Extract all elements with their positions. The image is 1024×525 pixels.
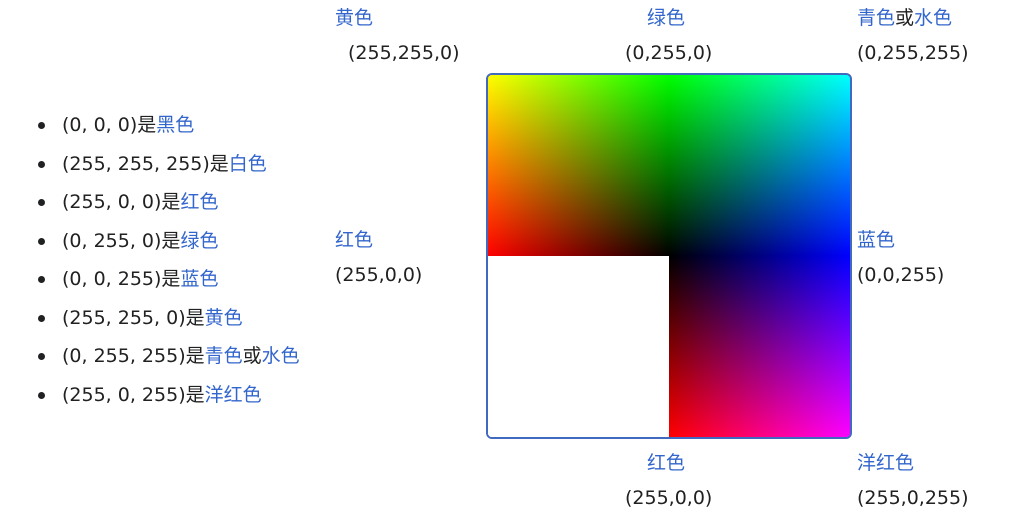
color-link[interactable]: 蓝色 [180, 268, 218, 290]
bullet-icon [38, 391, 45, 399]
label-magenta: 洋红色 (255,0,255) [857, 451, 969, 510]
list-item-connector: 或 [242, 345, 262, 367]
color-link[interactable]: 黄色 [205, 307, 243, 329]
label-blue: 蓝色 (0,0,255) [857, 228, 944, 287]
color-list: (0, 0, 0)是黑色 (255, 255, 255)是白色 (255, 0,… [38, 106, 300, 414]
list-item-rgb: (255, 255, 255)是 [62, 152, 229, 175]
list-item: (255, 0, 0)是红色 [38, 183, 300, 222]
color-link[interactable]: 黑色 [156, 114, 194, 136]
label-yellow: 黄色 (255,255,0) [335, 6, 460, 65]
list-item: (0, 255, 0)是绿色 [38, 222, 300, 261]
cube-blank-area [488, 256, 669, 437]
bullet-icon [38, 160, 45, 168]
list-item: (0, 0, 255)是蓝色 [38, 260, 300, 299]
label-magenta-rgb: (255,0,255) [857, 487, 969, 509]
label-cyan-connector: 或 [895, 7, 915, 29]
label-blue-name[interactable]: 蓝色 [857, 228, 944, 252]
label-blue-rgb: (0,0,255) [857, 264, 945, 286]
list-item-rgb: (255, 255, 0)是 [62, 306, 205, 329]
label-magenta-name[interactable]: 洋红色 [857, 451, 969, 475]
list-item: (0, 0, 0)是黑色 [38, 106, 300, 145]
color-link[interactable]: 红色 [180, 191, 218, 213]
list-item: (0, 255, 255)是青色或水色 [38, 337, 300, 376]
list-item-rgb: (0, 255, 255)是 [62, 345, 205, 367]
label-cyan: 青色或水色 (0,255,255) [857, 6, 969, 65]
bullet-icon [38, 237, 45, 245]
color-link[interactable]: 绿色 [180, 230, 218, 252]
bullet-icon [38, 199, 45, 206]
list-item-rgb: (0, 0, 255)是 [62, 268, 181, 290]
bullet-icon [38, 353, 45, 360]
list-item-rgb: (0, 255, 0)是 [62, 229, 181, 252]
label-red-rgb: (255,0,0) [335, 264, 423, 286]
cube-face-top-right [669, 75, 850, 256]
color-link[interactable]: 青色 [205, 345, 243, 367]
label-red-bottom-rgb: (255,0,0) [625, 487, 713, 509]
label-cyan-name[interactable]: 青色 [857, 7, 895, 29]
label-red-bottom: 红色 (255,0,0) [625, 451, 712, 510]
list-item-rgb: (255, 0, 0)是 [62, 191, 181, 213]
label-red-left: 红色 (255,0,0) [335, 228, 422, 287]
rgb-cube-svg [488, 75, 850, 437]
list-item: (255, 255, 255)是白色 [38, 145, 300, 184]
cube-face-top-left [488, 75, 669, 256]
color-link[interactable]: 白色 [229, 153, 267, 175]
label-aqua-name[interactable]: 水色 [914, 7, 952, 29]
list-item: (255, 0, 255)是洋红色 [38, 376, 300, 415]
bullet-icon [38, 276, 45, 283]
label-green-name[interactable]: 绿色 [647, 6, 712, 30]
color-link[interactable]: 洋红色 [205, 384, 262, 406]
label-yellow-rgb: (255,255,0) [348, 42, 460, 64]
cube-face-bottom-right [669, 256, 850, 437]
list-item-rgb: (255, 0, 255)是 [62, 383, 205, 406]
label-red-bottom-name[interactable]: 红色 [647, 451, 712, 475]
bullet-icon [38, 314, 45, 322]
bullet-icon [38, 122, 45, 129]
label-green-top: 绿色 (0,255,0) [625, 6, 712, 65]
label-red-name[interactable]: 红色 [335, 228, 422, 252]
color-link[interactable]: 水色 [262, 345, 300, 367]
list-item-rgb: (0, 0, 0)是 [62, 114, 157, 136]
list-item: (255, 255, 0)是黄色 [38, 299, 300, 338]
label-yellow-name[interactable]: 黄色 [335, 6, 460, 30]
label-cyan-rgb: (0,255,255) [857, 42, 969, 64]
rgb-cube-diagram [486, 73, 852, 439]
label-green-rgb: (0,255,0) [625, 42, 713, 64]
